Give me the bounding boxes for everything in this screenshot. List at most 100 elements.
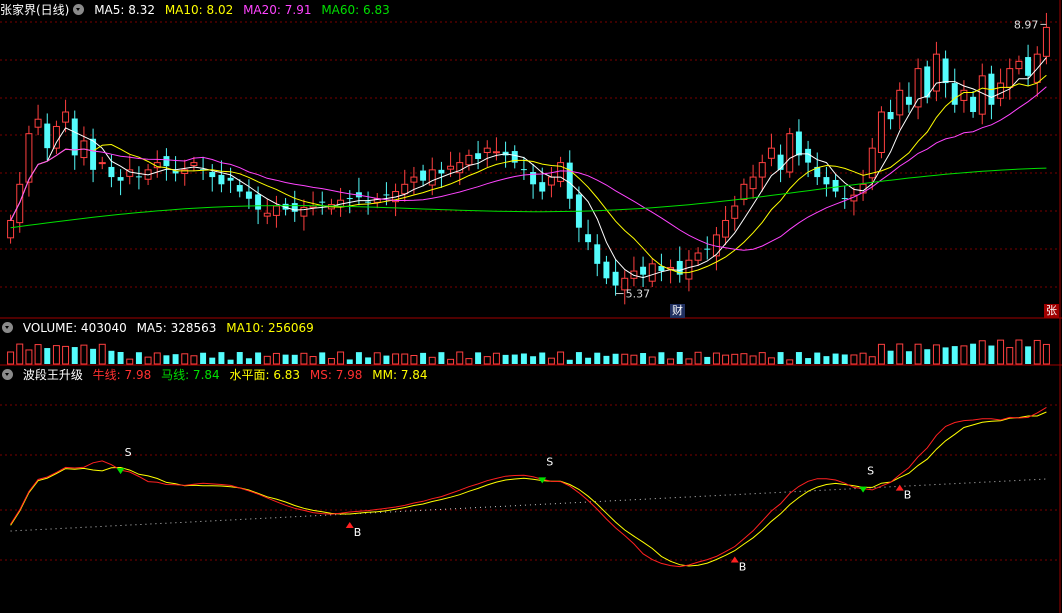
volume-ma5-readout: MA5: 328563 bbox=[136, 321, 217, 335]
water-level-readout: 水平面: 6.83 bbox=[229, 368, 301, 382]
volume-bar bbox=[1006, 347, 1014, 365]
candle-body bbox=[1006, 68, 1014, 88]
candle-body bbox=[877, 111, 885, 153]
volume-bar bbox=[245, 358, 252, 364]
candle-body bbox=[346, 198, 353, 200]
volume-bar bbox=[520, 353, 527, 364]
volume-bar bbox=[575, 352, 582, 364]
volume-bar bbox=[34, 344, 42, 365]
candle-body bbox=[272, 205, 280, 216]
volume-bar bbox=[814, 352, 821, 364]
volume-bar bbox=[658, 352, 665, 364]
candle-body bbox=[1042, 26, 1050, 57]
volume-bar bbox=[896, 343, 904, 365]
kline-window: 8.97 5.37 S B S B S B 张家界(日线) MA5: 8.32 MA10: 8… bbox=[0, 0, 1062, 613]
volume-bar bbox=[694, 351, 702, 365]
volume-bar bbox=[272, 352, 280, 365]
candle-body bbox=[98, 162, 106, 165]
volume-bar bbox=[401, 353, 409, 365]
volume-bar bbox=[172, 354, 179, 364]
low-price-label: 5.37 bbox=[626, 288, 651, 301]
candle-body bbox=[841, 198, 848, 200]
volume-bar bbox=[319, 352, 326, 364]
signal-label: B bbox=[354, 526, 362, 539]
candle-body bbox=[44, 123, 51, 149]
volume-bar bbox=[740, 353, 748, 365]
volume-bar bbox=[108, 350, 115, 364]
volume-bar bbox=[1025, 346, 1032, 364]
volume-ma10-readout: MA10: 256069 bbox=[226, 321, 314, 335]
buy-arrow-icon bbox=[345, 521, 354, 528]
volume-bar bbox=[502, 354, 509, 364]
volume-bar bbox=[603, 355, 610, 364]
volume-bar bbox=[722, 354, 730, 365]
volume-bar bbox=[438, 352, 445, 364]
candle-body bbox=[640, 266, 647, 275]
candle-body bbox=[767, 147, 775, 159]
volume-bar bbox=[978, 340, 986, 365]
candle-body bbox=[795, 131, 802, 156]
volume-bar bbox=[970, 343, 977, 364]
candle-body bbox=[914, 68, 922, 108]
volume-bar bbox=[823, 356, 830, 364]
volume-bar bbox=[640, 353, 647, 364]
volume-bar bbox=[841, 354, 848, 364]
ma20-readout: MA20: 7.91 bbox=[243, 3, 312, 17]
ms-readout: MS: 7.98 bbox=[309, 368, 363, 382]
dropdown-icon[interactable] bbox=[73, 4, 85, 15]
candle-body bbox=[731, 205, 739, 219]
volume-header: VOLUME: 403040 MA5: 328563 MA10: 256069 bbox=[0, 319, 320, 337]
volume-bar bbox=[373, 352, 381, 365]
candle-body bbox=[218, 174, 225, 185]
volume-bar bbox=[712, 352, 720, 365]
volume-bar bbox=[190, 355, 198, 365]
horse-line bbox=[10, 411, 1047, 567]
candle-body bbox=[319, 201, 326, 203]
candle-body bbox=[960, 89, 968, 101]
volume-bar bbox=[80, 344, 88, 365]
candle-body bbox=[566, 162, 573, 199]
volume-bar bbox=[337, 351, 345, 365]
candle-body bbox=[786, 133, 794, 173]
candle-body bbox=[383, 194, 390, 196]
limit-up-badge[interactable]: 张 bbox=[1044, 304, 1059, 318]
volume-bar bbox=[126, 358, 134, 365]
volume-readout: VOLUME: 403040 bbox=[22, 321, 127, 335]
signal-label: B bbox=[904, 489, 912, 502]
volume-bar bbox=[209, 357, 216, 364]
dropdown-icon[interactable] bbox=[2, 369, 13, 380]
candle-body bbox=[190, 162, 198, 167]
dropdown-icon[interactable] bbox=[2, 322, 13, 333]
volume-bar bbox=[859, 352, 867, 365]
candle-body bbox=[648, 263, 656, 282]
candle-body bbox=[694, 252, 702, 261]
volume-bar bbox=[90, 348, 97, 364]
volume-bar bbox=[420, 352, 427, 364]
volume-bar bbox=[731, 353, 739, 365]
candle-body bbox=[749, 176, 757, 190]
main-chart-header: 张家界(日线) MA5: 8.32 MA10: 8.02 MA20: 7.91 … bbox=[0, 1, 396, 19]
volume-bar bbox=[200, 352, 207, 364]
candle-body bbox=[236, 185, 243, 192]
candle-body bbox=[612, 271, 619, 286]
buy-arrow-icon bbox=[895, 484, 904, 491]
volume-bar bbox=[887, 350, 894, 364]
candle-body bbox=[163, 156, 170, 167]
candle-body bbox=[594, 244, 601, 264]
volume-bar bbox=[905, 351, 912, 364]
volume-bar bbox=[25, 349, 33, 365]
signal-label: S bbox=[125, 446, 132, 459]
volume-bar bbox=[346, 359, 353, 364]
volume-bar bbox=[163, 355, 170, 364]
candle-body bbox=[135, 176, 142, 178]
volume-bar bbox=[557, 351, 565, 365]
candle-body bbox=[1015, 60, 1023, 70]
volume-bar bbox=[52, 345, 60, 365]
candle-body bbox=[685, 259, 693, 280]
volume-bar bbox=[410, 354, 418, 365]
volume-bar bbox=[236, 352, 243, 364]
candle-body bbox=[62, 111, 70, 123]
volume-bar bbox=[511, 354, 518, 364]
volume-bar bbox=[648, 356, 656, 365]
finance-badge[interactable]: 财 bbox=[670, 304, 685, 318]
